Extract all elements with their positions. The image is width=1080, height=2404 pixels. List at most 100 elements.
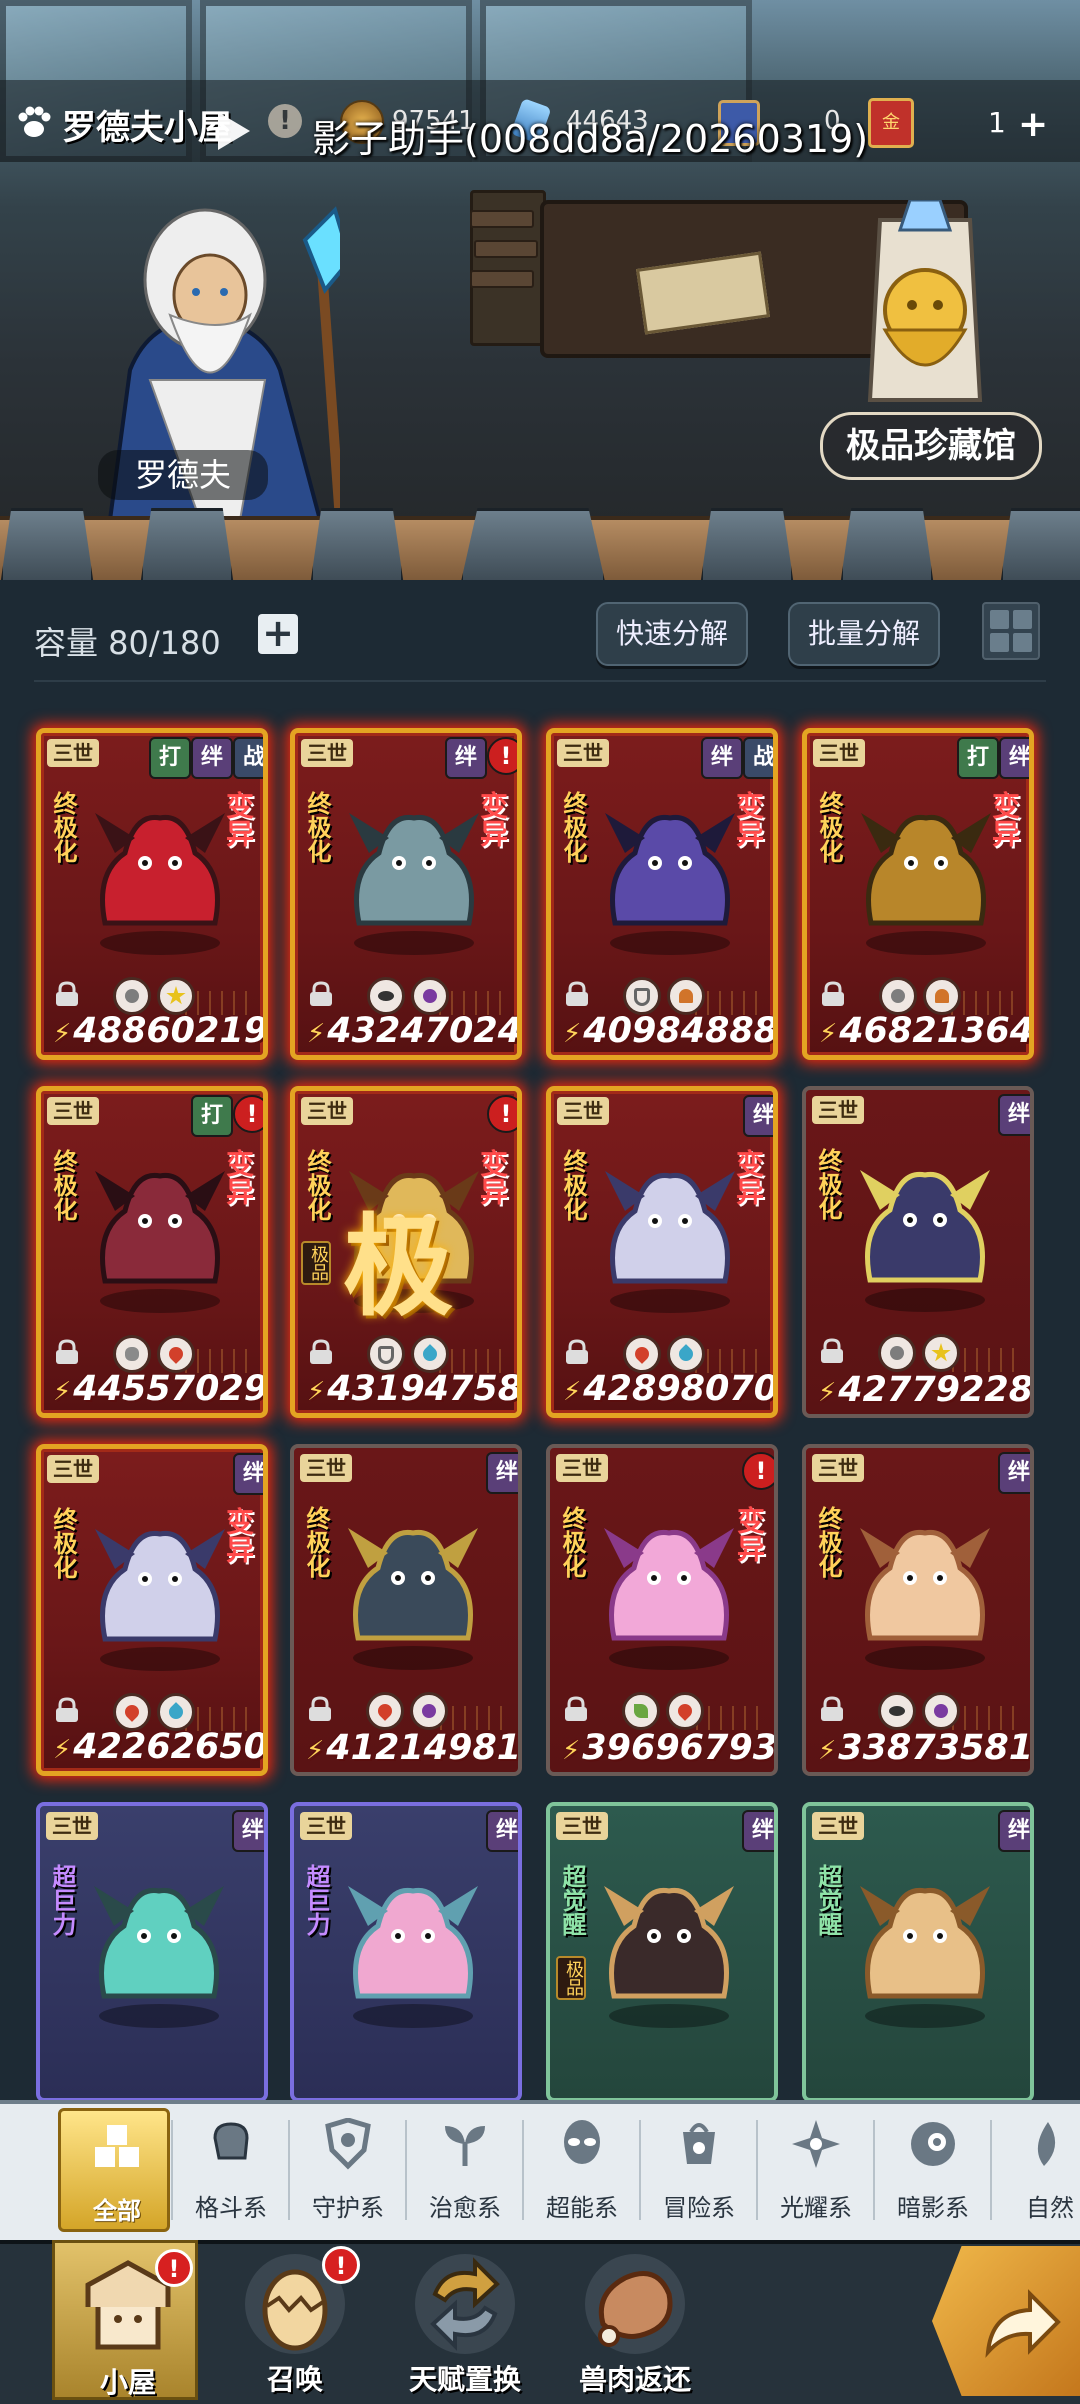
rare-mark: 极 — [343, 1203, 453, 1331]
fence-post — [700, 508, 794, 586]
pet-card[interactable]: 三世 绊终极化 变异 42898070 — [546, 1086, 778, 1418]
fence-post — [460, 508, 606, 586]
tab-separator — [990, 2120, 992, 2220]
tab-separator — [405, 2120, 407, 2220]
tab-shield[interactable]: 守护系 — [292, 2108, 404, 2232]
lock-icon[interactable] — [563, 981, 591, 1007]
nav-swap[interactable]: 天赋置换 — [392, 2240, 538, 2400]
lock-icon[interactable] — [819, 981, 847, 1007]
pet-card[interactable]: 三世! 终极化 变异 39696793 — [546, 1444, 778, 1776]
expand-capacity-button[interactable]: + — [258, 614, 298, 654]
tab-all[interactable]: 全部 — [58, 2108, 170, 2232]
tab-label: 自然 — [1026, 2194, 1074, 2222]
earth-element-icon — [923, 977, 961, 1015]
pet-card[interactable]: 三世!打终极化 变异 44557029 — [36, 1086, 268, 1418]
fence-post — [1000, 508, 1080, 586]
guard-element-icon — [367, 1335, 405, 1373]
lock-icon[interactable] — [307, 1339, 335, 1365]
lock-icon[interactable] — [53, 981, 81, 1007]
evolution-label: 终极化 — [815, 791, 843, 863]
mutation-label: 变异 — [476, 791, 509, 847]
nav-egg[interactable]: 召唤! — [222, 2240, 368, 2400]
add-currency-button[interactable]: + — [1018, 104, 1048, 145]
mutation-label: 变异 — [222, 791, 255, 847]
pet-card[interactable]: 三世 绊超巨力 — [36, 1802, 268, 2102]
dark-element-icon — [410, 1692, 448, 1730]
quick-decompose-button[interactable]: 快速分解 — [596, 602, 748, 666]
book — [470, 210, 534, 228]
meat-icon — [585, 2254, 685, 2354]
tier-badge: 三世 — [812, 1096, 864, 1124]
play-icon[interactable] — [218, 112, 250, 150]
combat-power: 42898070 — [551, 1369, 773, 1409]
pet-card[interactable]: 三世 绊终极化 变异 42262650 — [36, 1444, 268, 1776]
neutral-element-icon — [113, 977, 151, 1015]
fire-element-icon — [157, 1335, 195, 1373]
combat-power: 40984888 — [551, 1011, 773, 1051]
creature-portrait — [339, 793, 489, 963]
tab-leaf[interactable]: 自然 — [994, 2108, 1080, 2232]
pet-card[interactable]: 三世!绊终极化 变异 43247024 — [290, 728, 522, 1060]
dark-element-icon — [411, 977, 449, 1015]
page-title: 罗德夫小屋 — [62, 108, 232, 148]
lock-icon[interactable] — [562, 1696, 590, 1722]
lock-icon[interactable] — [818, 1696, 846, 1722]
nav-label: 召唤 — [266, 2363, 323, 2396]
tab-separator — [522, 2120, 524, 2220]
pet-card[interactable]: 三世 绊终极化 41214981 — [290, 1444, 522, 1776]
fire-element-icon — [666, 1692, 704, 1730]
combat-power: 46821364 — [807, 1011, 1029, 1051]
nav-house[interactable]: 小屋! — [52, 2240, 198, 2400]
shield-icon — [322, 2117, 374, 2170]
vault-button[interactable]: 极品珍藏馆 — [820, 412, 1042, 480]
alert-badge: ! — [155, 2249, 193, 2287]
tab-label: 暗影系 — [897, 2194, 969, 2222]
lock-icon[interactable] — [306, 1696, 334, 1722]
tab-alien[interactable]: 超能系 — [526, 2108, 638, 2232]
neutral-element-icon — [879, 977, 917, 1015]
combat-power: 44557029 — [41, 1369, 263, 1409]
alert-icon[interactable]: ! — [268, 104, 302, 138]
golden-statue[interactable] — [860, 200, 990, 410]
pet-card[interactable]: 三世 绊超觉醒 极品 — [546, 1802, 778, 2102]
tab-star-burst[interactable]: 光耀系 — [760, 2108, 872, 2232]
paw-icon — [18, 106, 51, 137]
nav-meat[interactable]: 兽肉返还 — [562, 2240, 708, 2400]
creature-portrait — [84, 1866, 234, 2036]
tier-badge: 三世 — [300, 1454, 352, 1482]
gold-ticket-count: 1 — [988, 106, 1006, 139]
evolution-label: 超巨力 — [302, 1864, 330, 1936]
evolution-label: 超巨力 — [48, 1864, 76, 1936]
pet-card[interactable]: 三世! 极终极化 变异极品 43194758 — [290, 1086, 522, 1418]
trait-tag: 绊 — [445, 737, 487, 779]
lock-icon[interactable] — [563, 1339, 591, 1365]
tab-separator — [171, 2120, 173, 2220]
combat-power: 48860219 — [41, 1011, 263, 1051]
tab-fist[interactable]: 格斗系 — [175, 2108, 287, 2232]
tab-lantern[interactable]: 冒险系 — [643, 2108, 755, 2232]
tab-label: 守护系 — [312, 2194, 384, 2222]
alert-icon: ! — [487, 737, 517, 775]
batch-decompose-button[interactable]: 批量分解 — [788, 602, 940, 666]
pet-card[interactable]: 三世 战绊打终极化 变异 48860219 — [36, 728, 268, 1060]
all-icon — [91, 2121, 143, 2173]
trait-tag: 绊 — [743, 1095, 773, 1137]
tier-badge: 三世 — [47, 1097, 99, 1125]
pet-card[interactable]: 三世 绊超觉醒 — [802, 1802, 1034, 2102]
pet-card[interactable]: 三世 绊打终极化 变异 46821364 — [802, 728, 1034, 1060]
pet-card[interactable]: 三世 绊超巨力 — [290, 1802, 522, 2102]
grid-view-icon[interactable] — [982, 602, 1040, 660]
combat-power: 43194758 — [295, 1369, 517, 1409]
pet-card[interactable]: 三世 战绊终极化 变异 40984888 — [546, 728, 778, 1060]
lock-icon[interactable] — [53, 1697, 81, 1723]
tab-sprout[interactable]: 治愈系 — [409, 2108, 521, 2232]
lock-icon[interactable] — [307, 981, 335, 1007]
pet-card[interactable]: 三世 绊终极化 42779228 — [802, 1086, 1034, 1418]
lock-icon[interactable] — [53, 1339, 81, 1365]
tab-eye[interactable]: 暗影系 — [877, 2108, 989, 2232]
lock-icon[interactable] — [818, 1338, 846, 1364]
leaf-icon — [1024, 2118, 1076, 2170]
alert-icon: ! — [233, 1095, 263, 1133]
tier-badge: 三世 — [300, 1812, 352, 1840]
pet-card[interactable]: 三世 绊终极化 33873581 — [802, 1444, 1034, 1776]
